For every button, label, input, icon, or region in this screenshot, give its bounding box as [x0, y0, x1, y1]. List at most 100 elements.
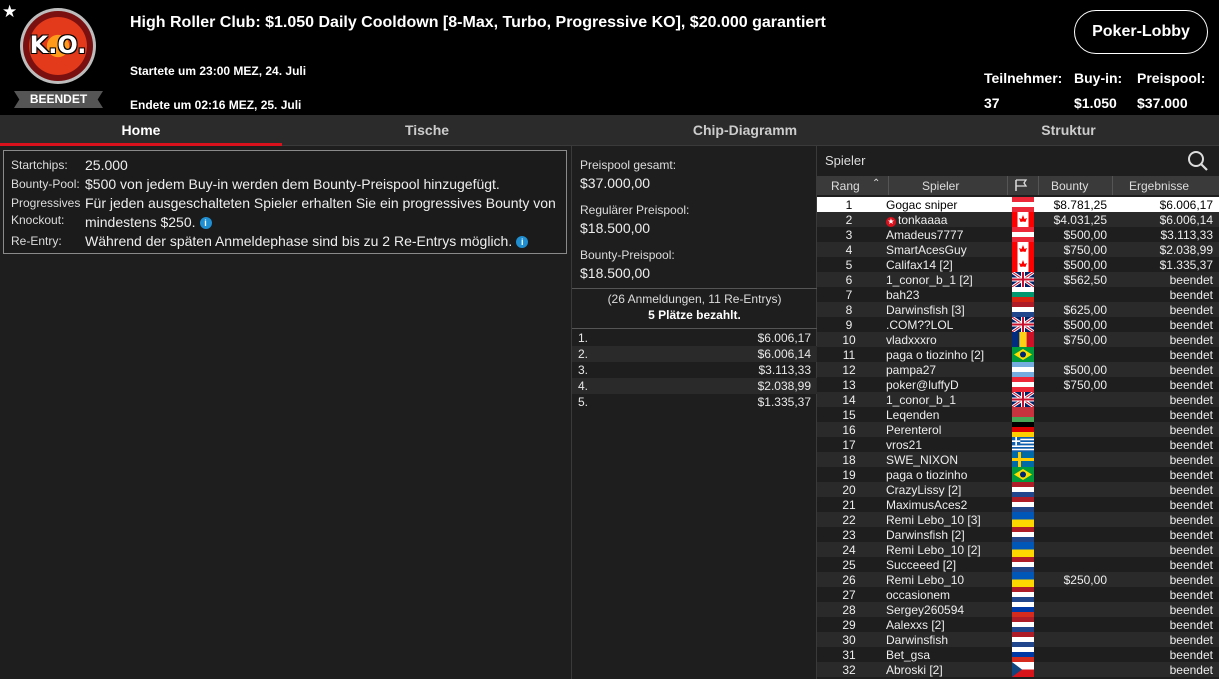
- player-name-text: vladxxxro: [886, 333, 937, 347]
- player-name: Amadeus7777: [886, 228, 963, 242]
- player-name: Perenterol: [886, 423, 941, 437]
- player-rank: 17: [842, 438, 856, 452]
- player-row[interactable]: 7 bah23 beendet: [817, 287, 1219, 302]
- player-row[interactable]: 26 Remi Lebo_10 $250,00 beendet: [817, 572, 1219, 587]
- col-bounty[interactable]: Bounty: [1051, 179, 1088, 193]
- player-row[interactable]: 1 Gogac sniper $8.781,25 $6.006,17: [817, 197, 1219, 212]
- player-rank: 19: [842, 468, 856, 482]
- player-result: beendet: [1169, 318, 1213, 332]
- sort-asc-icon[interactable]: ⌃: [872, 178, 880, 189]
- player-result: beendet: [1169, 273, 1213, 287]
- player-row[interactable]: 29 Aalexxs [2] beendet: [817, 617, 1219, 632]
- player-row[interactable]: 12 pampa27 $500,00 beendet: [817, 362, 1219, 377]
- info-icon[interactable]: i: [199, 217, 212, 229]
- player-row[interactable]: 14 1_conor_b_1 beendet: [817, 392, 1219, 407]
- player-row[interactable]: 22 Remi Lebo_10 [3] beendet: [817, 512, 1219, 527]
- player-row[interactable]: 31 Bet_gsa beendet: [817, 647, 1219, 662]
- info-icon[interactable]: i: [516, 236, 529, 248]
- player-bounty: $750,00: [1063, 333, 1107, 347]
- country-flag-icon: [1012, 272, 1034, 287]
- player-row[interactable]: 5 Califax14 [2] $500,00 $1.335,37: [817, 257, 1219, 272]
- player-row[interactable]: 6 1_conor_b_1 [2] $562,50 beendet: [817, 272, 1219, 287]
- player-name: bah23: [886, 288, 919, 302]
- player-row[interactable]: 4 SmartAcesGuy $750,00 $2.038,99: [817, 242, 1219, 257]
- country-flag-icon: [1012, 602, 1034, 617]
- payout-amount: $2.038,99: [757, 379, 811, 393]
- player-row[interactable]: 27 occasionem beendet: [817, 587, 1219, 602]
- player-result: beendet: [1169, 498, 1213, 512]
- payout-amount: $1.335,37: [757, 395, 811, 409]
- end-time: Endete um 02:16 MEZ, 25. Juli: [130, 98, 302, 112]
- player-rank: 28: [842, 603, 856, 617]
- player-row[interactable]: 28 Sergey260594 beendet: [817, 602, 1219, 617]
- player-row[interactable]: 25 Succeeed [2] beendet: [817, 557, 1219, 572]
- search-icon[interactable]: [1187, 150, 1209, 172]
- tournament-header: ★ K.O. BEENDET High Roller Club: $1.050 …: [0, 0, 1219, 115]
- col-player[interactable]: Spieler: [922, 179, 959, 193]
- player-bounty: $562,50: [1063, 273, 1107, 287]
- player-name: Remi Lebo_10: [886, 573, 964, 587]
- player-rank: 25: [842, 558, 856, 572]
- player-row[interactable]: 19 paga o tiozinho beendet: [817, 467, 1219, 482]
- player-name-text: Sergey260594: [886, 603, 965, 617]
- player-row[interactable]: 18 SWE_NIXON beendet: [817, 452, 1219, 467]
- tab-structure[interactable]: Struktur: [918, 115, 1219, 146]
- player-row[interactable]: 10 vladxxxro $750,00 beendet: [817, 332, 1219, 347]
- player-row[interactable]: 9 .COM??LOL $500,00 beendet: [817, 317, 1219, 332]
- favorite-star-icon[interactable]: ★: [2, 3, 17, 20]
- flag-column-icon[interactable]: [1014, 179, 1028, 192]
- player-name-text: Succeeed [2]: [886, 558, 957, 572]
- player-row[interactable]: 32 Abroski [2] beendet: [817, 662, 1219, 677]
- player-result: beendet: [1169, 513, 1213, 527]
- player-name-text: occasionem: [886, 588, 951, 602]
- player-name-text: MaximusAces2: [886, 498, 968, 512]
- player-row[interactable]: 21 MaximusAces2 beendet: [817, 497, 1219, 512]
- col-rank[interactable]: Rang: [831, 179, 860, 193]
- player-row[interactable]: 3 Amadeus7777 $500,00 $3.113,33: [817, 227, 1219, 242]
- player-row[interactable]: 16 Perenterol beendet: [817, 422, 1219, 437]
- player-row[interactable]: 23 Darwinsfish [2] beendet: [817, 527, 1219, 542]
- player-row[interactable]: 13 poker@luffyD $750,00 beendet: [817, 377, 1219, 392]
- pko-value-line2: mindestens $250. i: [85, 214, 212, 230]
- prizepool-value: $37.000: [1137, 95, 1188, 111]
- player-name: 1_conor_b_1 [2]: [886, 273, 973, 287]
- player-result: $2.038,99: [1159, 243, 1213, 257]
- tab-bar: Home Tische Chip-Diagramm Struktur: [0, 115, 1219, 146]
- player-rank: 10: [842, 333, 856, 347]
- player-row[interactable]: 8 Darwinsfish [3] $625,00 beendet: [817, 302, 1219, 317]
- regular-pool-value: $18.500,00: [580, 220, 651, 236]
- player-row[interactable]: 11 paga o tiozinho [2] beendet: [817, 347, 1219, 362]
- player-name: Darwinsfish: [886, 633, 948, 647]
- player-name: Califax14 [2]: [886, 258, 953, 272]
- player-name: Abroski [2]: [886, 663, 943, 677]
- country-flag-icon: [1012, 542, 1034, 557]
- player-row[interactable]: 2 ★ tonkaaaa $4.031,25 $6.006,14: [817, 212, 1219, 227]
- player-row[interactable]: 15 Leqenden beendet: [817, 407, 1219, 422]
- player-name-text: Perenterol: [886, 423, 942, 437]
- poker-lobby-button[interactable]: Poker-Lobby: [1074, 10, 1208, 54]
- player-result: beendet: [1169, 378, 1213, 392]
- bounty-pool-label: Bounty-Pool:: [11, 177, 80, 191]
- tab-chip-chart[interactable]: Chip-Diagramm: [572, 115, 918, 146]
- player-row[interactable]: 30 Darwinsfish beendet: [817, 632, 1219, 647]
- player-name-text: Amadeus7777: [886, 228, 964, 242]
- player-row[interactable]: 17 vros21 beendet: [817, 437, 1219, 452]
- tab-home[interactable]: Home: [0, 115, 282, 146]
- player-name: paga o tiozinho: [886, 468, 967, 482]
- player-bounty: $500,00: [1063, 363, 1107, 377]
- player-result: beendet: [1169, 363, 1213, 377]
- buyin-label: Buy-in:: [1074, 70, 1123, 86]
- country-flag-icon: [1012, 662, 1034, 677]
- player-name: SmartAcesGuy: [886, 243, 967, 257]
- player-row[interactable]: 24 Remi Lebo_10 [2] beendet: [817, 542, 1219, 557]
- pokerstars-star-icon: ★: [886, 217, 896, 227]
- payout-amount: $6.006,14: [757, 347, 811, 361]
- player-name: Darwinsfish [2]: [886, 528, 965, 542]
- player-result: beendet: [1169, 333, 1213, 347]
- tab-tables[interactable]: Tische: [282, 115, 572, 146]
- player-search-label: Spieler: [825, 153, 866, 168]
- col-results[interactable]: Ergebnisse: [1129, 179, 1189, 193]
- player-name-text: SWE_NIXON: [886, 453, 959, 467]
- player-row[interactable]: 20 CrazyLissy [2] beendet: [817, 482, 1219, 497]
- payout-place: 2.: [578, 347, 589, 361]
